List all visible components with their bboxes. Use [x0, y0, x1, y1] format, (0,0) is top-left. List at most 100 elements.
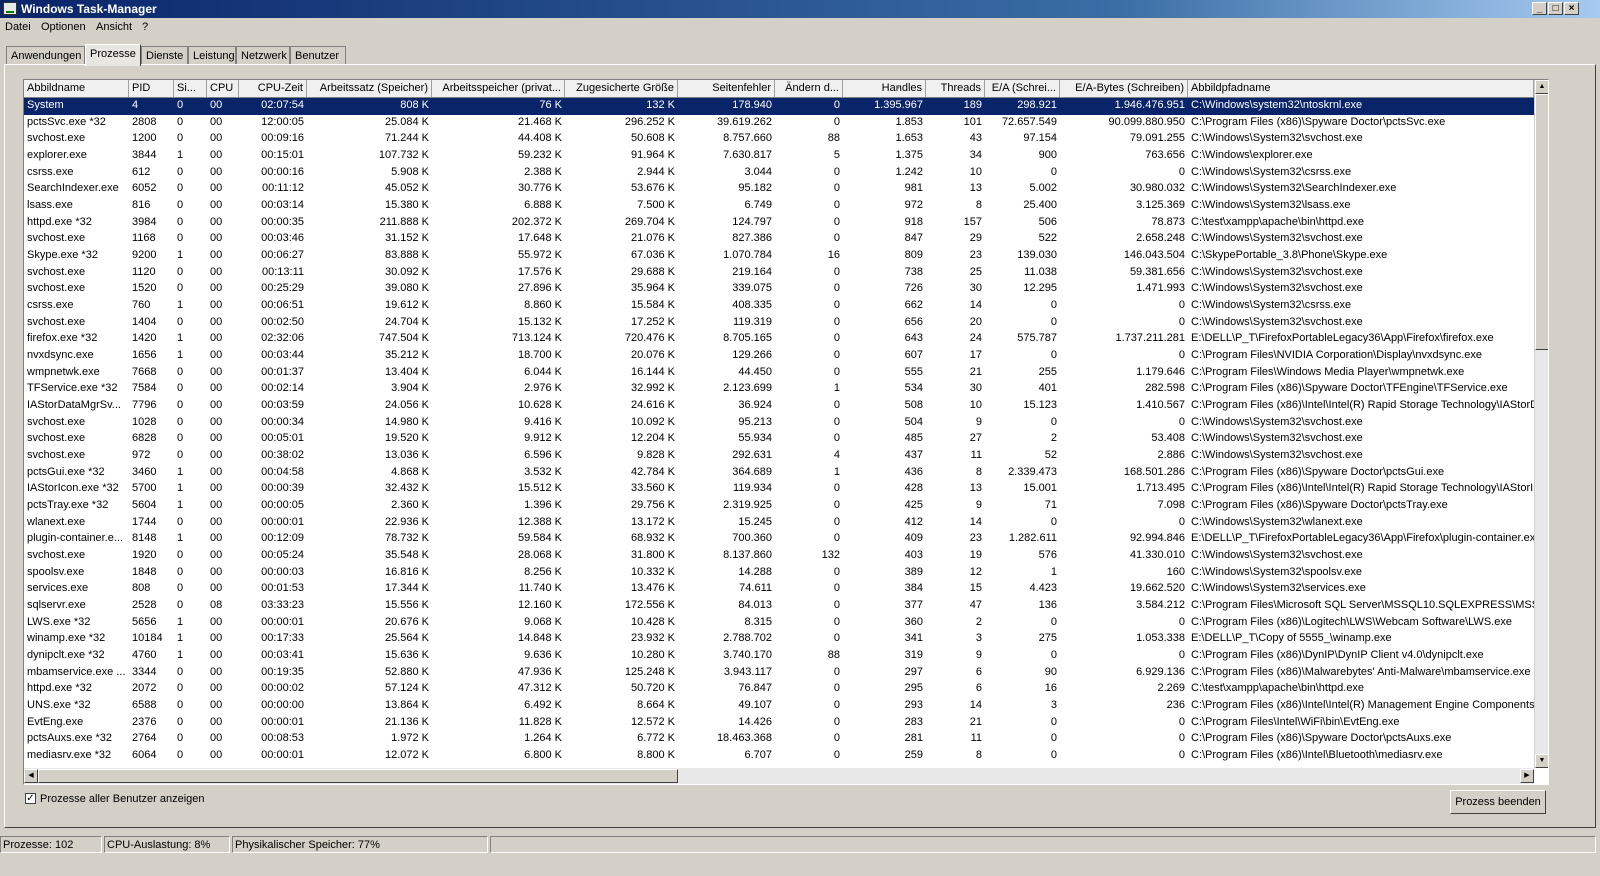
table-row[interactable]: svchost.exe 1120 0 00 00:13:11 30.092 K 17.576… — [24, 265, 1534, 282]
table-row[interactable]: TFService.exe *32 7584 0 00 00:02:14 3.904 K2… — [24, 381, 1534, 398]
cell-io-writes: 0 — [1050, 715, 1057, 728]
column-header-pid[interactable]: PID — [129, 80, 174, 97]
table-row[interactable]: svchost.exe 1028 0 00 00:00:34 14.980 K 9.416 … — [24, 415, 1534, 432]
column-header-page-faults[interactable]: Seitenfehler — [678, 80, 775, 97]
table-row[interactable]: LWS.exe *32 5656 1 00 00:00:01 20.676 K 9.068 … — [24, 615, 1534, 632]
table-row[interactable]: SearchIndexer.exe 6052 0 00 00:11:12 45.052 K… — [24, 181, 1534, 198]
table-row[interactable]: csrss.exe 612 0 00 00:00:16 5.908 K 2.388 K 2.9… — [24, 165, 1534, 182]
end-process-button[interactable]: Prozess beenden — [1450, 790, 1546, 814]
tab-anwendungen[interactable]: Anwendungen — [6, 46, 85, 65]
column-header-change-delta[interactable]: Ändern d... — [775, 80, 843, 97]
cell-cpu: 00 — [210, 565, 223, 578]
table-row[interactable]: spoolsv.exe 1848 0 00 00:00:03 16.816 K 8.256 … — [24, 565, 1534, 582]
tab-netzwerk[interactable]: Netzwerk — [236, 46, 290, 65]
table-row[interactable]: Skype.exe *32 9200 1 00 00:06:27 83.888 K 55.9… — [24, 248, 1534, 265]
column-header-session[interactable]: Si... — [174, 80, 207, 97]
show-all-users-label[interactable]: Prozesse aller Benutzer anzeigen — [40, 793, 204, 805]
horizontal-scroll-thumb[interactable] — [38, 769, 678, 783]
minimize-button[interactable]: _ — [1532, 2, 1547, 15]
cell-cpu: 00 — [210, 649, 223, 662]
cell-private-memory: 713.124 K — [511, 332, 562, 345]
cell-cpu: 00 — [210, 99, 223, 111]
column-header-cpu[interactable]: CPU — [207, 80, 239, 97]
cell-change-delta: 0 — [833, 599, 840, 612]
table-row[interactable]: services.exe 808 0 00 00:01:53 17.344 K 11.740… — [24, 581, 1534, 598]
cell-image-path: E:\DELL\P_T\Copy of 5555_\winamp.exe — [1191, 632, 1392, 645]
table-row[interactable]: csrss.exe 760 1 00 00:06:51 19.612 K 8.860 K 15… — [24, 298, 1534, 315]
cell-io-writes: 15.001 — [1023, 482, 1057, 495]
cell-working-set: 20.676 K — [384, 615, 429, 628]
table-row[interactable]: IAStorDataMgrSv... 7796 0 00 00:03:59 24.056 … — [24, 398, 1534, 415]
scroll-up-arrow-icon[interactable]: ▲ — [1535, 80, 1548, 94]
maximize-button[interactable]: □ — [1548, 2, 1563, 15]
process-list[interactable]: Abbildname PID Si... CPU CPU-Zeit Arbeitssatz… — [23, 79, 1549, 785]
table-row[interactable]: lsass.exe 816 0 00 00:03:14 15.380 K 6.888 K 7.… — [24, 198, 1534, 215]
table-row[interactable]: svchost.exe 6828 0 00 00:05:01 19.520 K 9.912 … — [24, 431, 1534, 448]
cell-page-faults: 95.182 — [738, 182, 772, 195]
table-row[interactable]: System 4 0 00 02:07:54 808 K 76 K 132 K 178.940 0… — [24, 98, 1534, 115]
column-header-io-writes[interactable]: E/A (Schrei... — [985, 80, 1060, 97]
table-row[interactable]: wlanext.exe 1744 0 00 00:00:01 22.936 K 12.388… — [24, 515, 1534, 532]
table-row[interactable]: EvtEng.exe 2376 0 00 00:00:01 21.136 K 11.828 … — [24, 715, 1534, 732]
scroll-left-arrow-icon[interactable]: ◀ — [24, 769, 38, 783]
table-row[interactable]: svchost.exe 972 0 00 00:38:02 13.036 K 6.596 K… — [24, 448, 1534, 465]
tab-prozesse[interactable]: Prozesse — [85, 44, 141, 66]
tab-dienste[interactable]: Dienste — [141, 46, 188, 65]
vertical-scroll-thumb[interactable] — [1535, 94, 1548, 350]
column-header-image-path[interactable]: Abbildpfadname — [1188, 80, 1534, 97]
column-header-cpu-time[interactable]: CPU-Zeit — [239, 80, 307, 97]
tab-leistung[interactable]: Leistung — [188, 46, 236, 65]
column-header-private-memory[interactable]: Arbeitsspeicher (privat... — [432, 80, 565, 97]
cell-cpu: 00 — [210, 532, 223, 545]
table-row[interactable]: UNS.exe *32 6588 0 00 00:00:00 13.864 K 6.492 … — [24, 698, 1534, 715]
table-row[interactable]: svchost.exe 1168 0 00 00:03:46 31.152 K 17.648… — [24, 231, 1534, 248]
table-row[interactable]: sqlservr.exe 2528 0 08 03:33:23 15.556 K 12.16… — [24, 598, 1534, 615]
table-row[interactable]: svchost.exe 1200 0 00 00:09:16 71.244 K 44.408… — [24, 131, 1534, 148]
table-row[interactable]: pctsSvc.exe *32 2808 0 00 12:00:05 25.084 K 21… — [24, 115, 1534, 132]
column-header-working-set[interactable]: Arbeitssatz (Speicher) — [307, 80, 432, 97]
column-header-io-write-bytes[interactable]: E/A-Bytes (Schreiben) — [1060, 80, 1188, 97]
table-row[interactable]: httpd.exe *32 3984 0 00 00:00:35 211.888 K 202… — [24, 215, 1534, 232]
table-row[interactable]: httpd.exe *32 2072 0 00 00:00:02 57.124 K 47.3… — [24, 681, 1534, 698]
cell-handles: 425 — [904, 499, 923, 512]
column-header-handles[interactable]: Handles ▼ — [843, 80, 926, 97]
table-row[interactable]: firefox.exe *32 1420 1 00 02:32:06 747.504 K 7… — [24, 331, 1534, 348]
table-row[interactable]: pctsAuxs.exe *32 2764 0 00 00:08:53 1.972 K 1.… — [24, 731, 1534, 748]
menu-datei[interactable]: Datei — [5, 21, 31, 33]
column-header-commit-size[interactable]: Zugesicherte Größe — [565, 80, 678, 97]
table-row[interactable]: winamp.exe *32 10184 1 00 00:17:33 25.564 K 14… — [24, 631, 1534, 648]
table-row[interactable]: svchost.exe 1920 0 00 00:05:24 35.548 K 28.068… — [24, 548, 1534, 565]
close-button[interactable]: × — [1564, 2, 1579, 15]
column-header-image-name[interactable]: Abbildname — [24, 80, 129, 97]
table-row[interactable]: mediasrv.exe *32 6064 0 00 00:00:01 12.072 K6… — [24, 748, 1534, 765]
cell-pid: 1120 — [132, 265, 156, 278]
menu-ansicht[interactable]: Ansicht — [96, 21, 132, 33]
menu-bar: Datei Optionen Ansicht ? — [0, 19, 1600, 37]
table-row[interactable]: explorer.exe 3844 1 00 00:15:01 107.732 K 59.2… — [24, 148, 1534, 165]
cell-io-writes: 12.295 — [1023, 282, 1057, 295]
cell-io-writes: 2 — [1050, 432, 1057, 445]
show-all-users-checkbox[interactable]: ✓ — [25, 793, 36, 804]
table-row[interactable]: svchost.exe 1520 0 00 00:25:29 39.080 K 27.896… — [24, 281, 1534, 298]
table-row[interactable]: wmpnetwk.exe 7668 0 00 00:01:37 13.404 K 6.044… — [24, 365, 1534, 382]
cell-image-path: C:\Windows\explorer.exe — [1191, 149, 1313, 161]
tab-benutzer[interactable]: Benutzer — [290, 46, 346, 65]
table-row[interactable]: svchost.exe 1404 0 00 00:02:50 24.704 K 15.132… — [24, 315, 1534, 332]
table-row[interactable]: mbamservice.exe ... 3344 0 00 00:19:35 52.880… — [24, 665, 1534, 682]
scroll-right-arrow-icon[interactable]: ▶ — [1520, 769, 1534, 783]
menu-optionen[interactable]: Optionen — [41, 21, 86, 33]
table-row[interactable]: plugin-container.e... 8148 1 00 00:12:09 78.7… — [24, 531, 1534, 548]
vertical-scrollbar[interactable]: ▲ ▼ — [1534, 80, 1548, 768]
scroll-down-arrow-icon[interactable]: ▼ — [1535, 754, 1548, 768]
cell-cpu: 00 — [210, 299, 223, 312]
table-row[interactable]: pctsTray.exe *32 5604 1 00 00:00:05 2.360 K 1.… — [24, 498, 1534, 515]
table-row[interactable]: pctsGui.exe *32 3460 1 00 00:04:58 4.868 K 3.5… — [24, 465, 1534, 482]
cell-session: 0 — [177, 165, 184, 178]
table-row[interactable]: dynipclt.exe *32 4760 1 00 00:03:41 15.636 K9… — [24, 648, 1534, 665]
column-header-threads[interactable]: Threads — [926, 80, 985, 97]
table-row[interactable]: nvxdsync.exe 1656 1 00 00:03:44 35.212 K 18.70… — [24, 348, 1534, 365]
horizontal-scrollbar[interactable]: ◀ ▶ — [24, 768, 1534, 784]
table-row[interactable]: IAStorIcon.exe *32 5700 1 00 00:00:39 32.432 … — [24, 481, 1534, 498]
menu-help[interactable]: ? — [142, 21, 148, 33]
cell-working-set: 1.972 K — [391, 732, 429, 745]
